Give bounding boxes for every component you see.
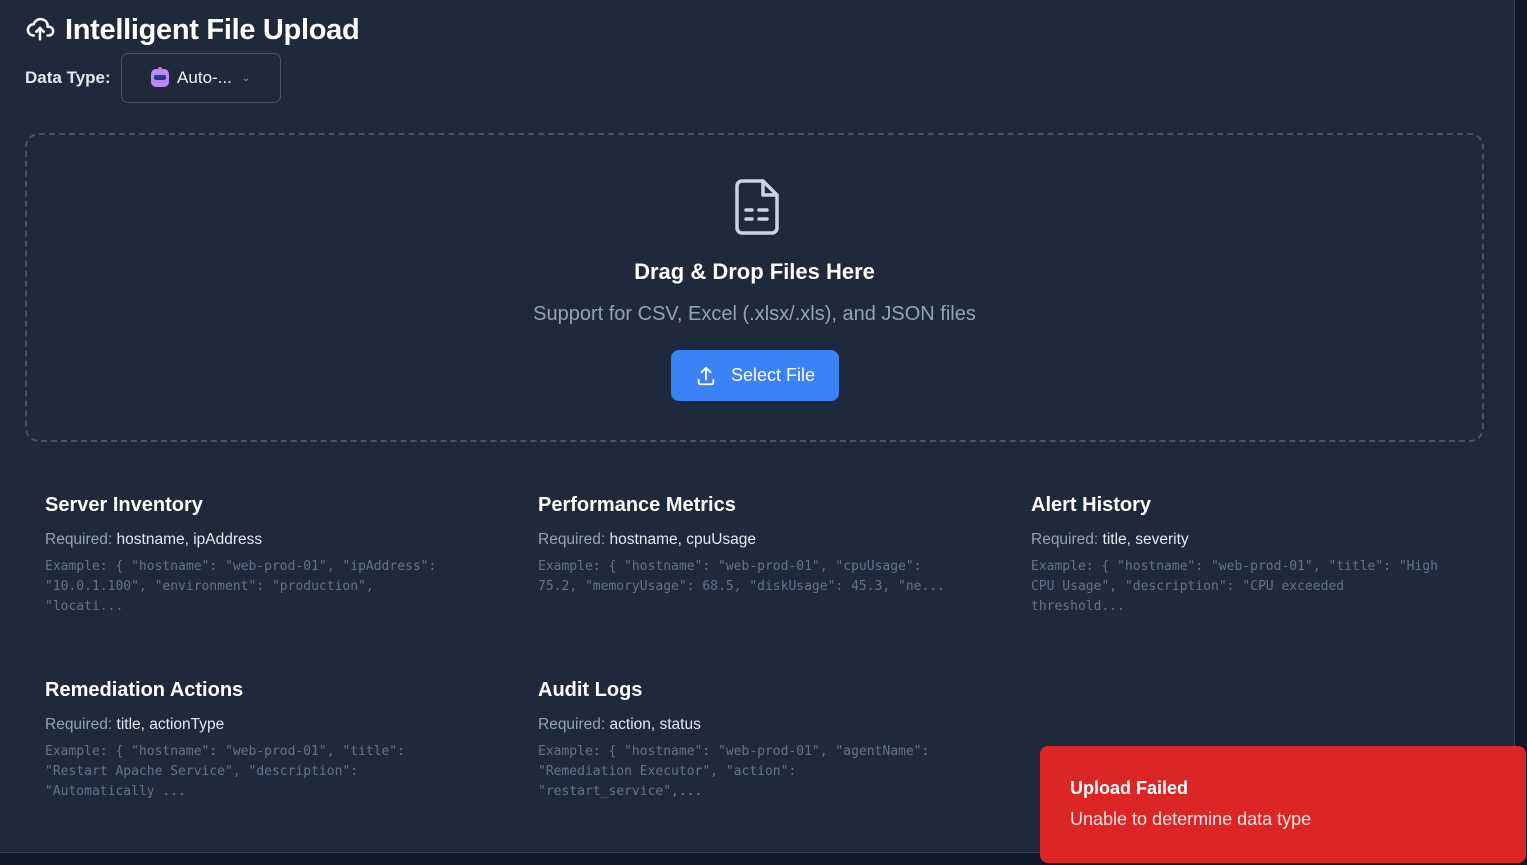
upload-icon bbox=[697, 366, 715, 385]
required-fields: Required: title, severity bbox=[1031, 531, 1471, 549]
dropzone-subtitle: Support for CSV, Excel (.xlsx/.xls), and… bbox=[533, 303, 976, 325]
error-toast[interactable]: Upload Failed Unable to determine data t… bbox=[1040, 746, 1526, 863]
example-line: Example: { "hostname": "web-prod-01", "a… bbox=[538, 744, 930, 759]
example-line: "restart_service",... bbox=[538, 784, 703, 799]
required-label: Required: bbox=[538, 531, 606, 548]
data-type-selected-value: Auto-... bbox=[177, 68, 232, 87]
card-title: Audit Logs bbox=[538, 679, 643, 701]
example-json: Example: { "hostname": "web-prod-01", "t… bbox=[1031, 557, 1471, 617]
required-fields: Required: title, actionType bbox=[45, 716, 485, 734]
cloud-upload-icon bbox=[25, 13, 55, 48]
example-line: 75.2, "memoryUsage": 68.5, "diskUsage": … bbox=[538, 579, 945, 594]
data-type-row: Data Type: Auto-... ⌄ bbox=[25, 53, 281, 103]
example-line: Example: { "hostname": "web-prod-01", "t… bbox=[45, 744, 406, 759]
example-line: "locati... bbox=[45, 599, 124, 614]
example-line: "Remediation Executor", "action": bbox=[538, 764, 797, 779]
example-line: "Automatically ... bbox=[45, 784, 186, 799]
select-file-label: Select File bbox=[730, 365, 816, 385]
data-type-card-remediation-actions: Remediation Actions Required: title, act… bbox=[45, 679, 485, 802]
required-fields: Required: hostname, cpuUsage bbox=[538, 531, 978, 549]
example-json: Example: { "hostname": "web-prod-01", "c… bbox=[538, 557, 978, 597]
example-line: Example: { "hostname": "web-prod-01", "c… bbox=[538, 559, 922, 574]
page-title: Intelligent File Upload bbox=[65, 14, 360, 46]
example-line: CPU Usage", "description": "CPU exceeded bbox=[1031, 579, 1345, 594]
required-values: title, actionType bbox=[116, 716, 225, 733]
required-label: Required: bbox=[1031, 531, 1099, 548]
data-type-card-audit-logs: Audit Logs Required: action, status Exam… bbox=[538, 679, 978, 802]
example-json: Example: { "hostname": "web-prod-01", "t… bbox=[45, 742, 485, 802]
example-json: Example: { "hostname": "web-prod-01", "a… bbox=[538, 742, 978, 802]
example-line: Example: { "hostname": "web-prod-01", "t… bbox=[1031, 559, 1438, 574]
required-label: Required: bbox=[45, 716, 113, 733]
upload-panel: Intelligent File Upload Data Type: Auto-… bbox=[0, 0, 1515, 853]
data-type-card-alert-history: Alert History Required: title, severity … bbox=[1031, 494, 1471, 617]
data-type-card-performance-metrics: Performance Metrics Required: hostname, … bbox=[538, 494, 978, 597]
example-line: threshold... bbox=[1031, 599, 1125, 614]
required-fields: Required: hostname, ipAddress bbox=[45, 531, 485, 549]
required-label: Required: bbox=[538, 716, 606, 733]
example-line: "10.0.1.100", "environment": "production… bbox=[45, 579, 374, 594]
card-title: Remediation Actions bbox=[45, 679, 244, 701]
file-document-icon bbox=[735, 179, 779, 235]
file-dropzone[interactable]: Drag & Drop Files Here Support for CSV, … bbox=[25, 133, 1484, 442]
required-values: hostname, ipAddress bbox=[116, 531, 263, 548]
required-fields: Required: action, status bbox=[538, 716, 978, 734]
required-label: Required: bbox=[45, 531, 113, 548]
header: Intelligent File Upload bbox=[25, 13, 360, 48]
chevron-down-icon: ⌄ bbox=[241, 72, 251, 84]
required-values: hostname, cpuUsage bbox=[609, 531, 757, 548]
example-line: Example: { "hostname": "web-prod-01", "i… bbox=[45, 559, 437, 574]
card-title: Alert History bbox=[1031, 494, 1152, 516]
example-line: "Restart Apache Service", "description": bbox=[45, 764, 359, 779]
dropzone-title: Drag & Drop Files Here bbox=[634, 259, 875, 284]
required-values: title, severity bbox=[1102, 531, 1189, 548]
card-title: Performance Metrics bbox=[538, 494, 736, 516]
required-values: action, status bbox=[609, 716, 701, 733]
card-title: Server Inventory bbox=[45, 494, 203, 516]
data-type-label: Data Type: bbox=[25, 68, 111, 87]
toast-title: Upload Failed bbox=[1070, 778, 1189, 798]
robot-icon bbox=[151, 67, 170, 87]
example-json: Example: { "hostname": "web-prod-01", "i… bbox=[45, 557, 485, 617]
data-type-select[interactable]: Auto-... ⌄ bbox=[120, 53, 281, 103]
select-file-button[interactable]: Select File bbox=[671, 350, 839, 401]
data-type-card-server-inventory: Server Inventory Required: hostname, ipA… bbox=[45, 494, 485, 617]
toast-message: Unable to determine data type bbox=[1070, 809, 1312, 829]
